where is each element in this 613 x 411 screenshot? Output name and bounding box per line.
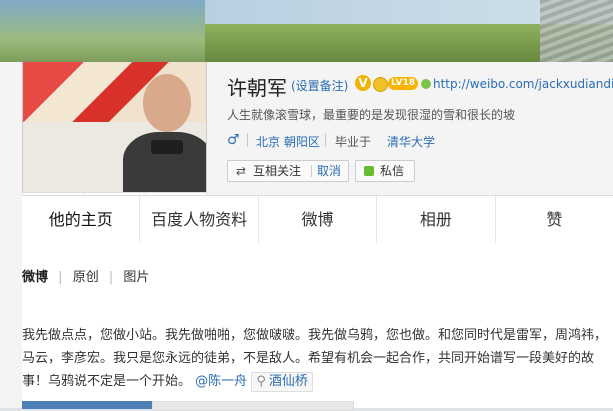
profile-url-link[interactable]: http://weibo.com/jackxudiandian (433, 77, 613, 91)
profile-bio: 人生就像滚雪球，最重要的是发现很湿的雪和很长的坡 (227, 108, 516, 122)
filter-original[interactable]: 原创 (73, 270, 99, 285)
private-message-label: 私信 (380, 164, 405, 178)
url-link-icon (421, 79, 431, 89)
post-location-label: 酒仙桥 (268, 374, 308, 389)
message-icon (364, 166, 374, 176)
male-gender-icon: ♂ (227, 132, 240, 148)
post-location-tag[interactable]: ⚲ 酒仙桥 (251, 372, 313, 392)
tab-likes[interactable]: 赞 (496, 196, 613, 244)
filter-divider: | (58, 270, 63, 285)
button-divider (311, 165, 312, 177)
tab-album[interactable]: 相册 (377, 196, 496, 244)
profile-tabs: 他的主页 百度人物资料 微博 相册 赞 (22, 195, 613, 245)
feed-content: 微博 | 原创 | 图片 我先做点点，您做小站。我先做啪啪，您做啵啵。我先做乌鸦… (22, 243, 613, 411)
avatar[interactable] (22, 62, 207, 193)
filter-all[interactable]: 微博 (22, 270, 48, 285)
profile-name: 许朝军 (227, 76, 287, 100)
info-divider (247, 133, 248, 147)
feed-filter: 微博 | 原创 | 图片 (22, 266, 155, 285)
set-remark-link[interactable]: (设置备注) (291, 77, 348, 94)
post-text: 我先做点点，您做小站。我先做啪啪，您做啵啵。我先做乌鸦，您也做。和您同时代是雷军… (22, 324, 607, 393)
mutual-follow-label: 互相关注 (253, 164, 302, 178)
location-link[interactable]: 北京 朝阳区 (256, 133, 320, 150)
tab-baidu-profile[interactable]: 百度人物资料 (140, 196, 259, 244)
unfollow-button[interactable]: 取消 (317, 161, 341, 181)
camera-icon (151, 140, 183, 154)
filter-divider: | (108, 270, 114, 285)
location-pin-icon: ⚲ (256, 374, 266, 389)
private-message-button[interactable]: 私信 (355, 160, 415, 182)
post-mention-link[interactable]: @陈一舟 (195, 374, 247, 389)
avatar-head (143, 74, 191, 132)
mutual-follow-icon: ⇄ (236, 164, 247, 178)
school-prefix: 毕业于 (335, 135, 372, 149)
info-divider (325, 133, 326, 147)
vip-circle-icon[interactable] (373, 77, 388, 92)
mutual-follow-button[interactable]: ⇄ 互相关注 取消 (227, 160, 349, 182)
level-badge[interactable]: LV18 (388, 77, 418, 90)
tab-home[interactable]: 他的主页 (22, 196, 141, 244)
verified-v-icon[interactable]: V (355, 75, 371, 91)
post-body: 我先做点点，您做小站。我先做啪啪，您做啵啵。我先做乌鸦，您也做。和您同时代是雷军… (22, 328, 608, 389)
post-image-placeholder (152, 401, 354, 411)
filter-pictures[interactable]: 图片 (123, 270, 149, 285)
school-link[interactable]: 清华大学 (387, 133, 435, 150)
tab-weibo[interactable]: 微博 (259, 196, 378, 244)
